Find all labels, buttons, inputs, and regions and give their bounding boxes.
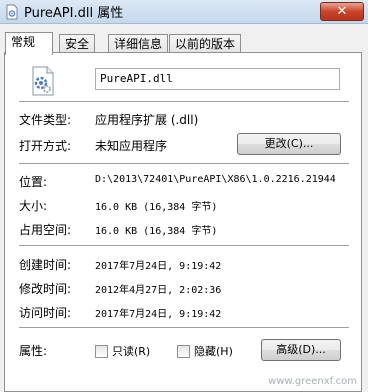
location-value: D:\2013\72401\PureAPI\X86\1.0.2216.21944 [95,174,336,185]
file-type-label: 文件类型: [19,113,72,127]
modified-value: 2012年4月27日, 2:02:36 [95,285,222,296]
size-label: 大小: [19,199,48,213]
tab-general[interactable]: 常规 [5,32,53,55]
accessed-value: 2017年7月24日, 9:19:42 [95,309,222,320]
modified-label: 修改时间: [19,282,72,296]
created-label: 创建时间: [19,258,72,272]
divider [19,327,349,329]
size-on-disk-value: 16.0 KB (16,384 字节) [95,226,218,237]
tab-details[interactable]: 详细信息 [108,34,168,54]
hidden-label: 隐藏(H) [194,345,233,358]
divider [19,101,349,103]
tab-strip: 常规 安全 详细信息 以前的版本 [5,32,365,55]
tab-security[interactable]: 安全 [59,34,95,54]
advanced-button[interactable]: 高级(D)... [261,339,341,361]
location-label: 位置: [19,175,48,189]
hidden-checkbox[interactable] [177,344,190,358]
divider [19,245,349,247]
accessed-label: 访问时间: [19,306,72,320]
dll-file-icon [6,4,18,20]
size-on-disk-label: 占用空间: [19,223,72,237]
file-type-value: 应用程序扩展 (.dll) [95,113,199,127]
created-value: 2017年7月24日, 9:19:42 [95,261,222,272]
dll-file-large-icon [32,66,54,96]
dialog-body: 常规 安全 详细信息 以前的版本 PureAPI.dll 文件类型: 应用程序扩… [0,24,368,392]
size-value: 16.0 KB (16,384 字节) [95,202,218,213]
title-bar[interactable]: PureAPI.dll 属性 ✕ [0,0,368,24]
opens-with-label: 打开方式: [19,139,72,153]
attributes-label: 属性: [19,344,48,358]
general-panel: PureAPI.dll 文件类型: 应用程序扩展 (.dll) 打开方式: 未知… [4,52,362,392]
watermark: www.greenxf.com [268,376,357,387]
opens-with-value: 未知应用程序 [95,139,168,153]
readonly-checkbox-row[interactable]: 只读(R) [95,343,150,359]
readonly-checkbox[interactable] [95,344,108,358]
change-button[interactable]: 更改(C)... [237,133,341,155]
hidden-checkbox-row[interactable]: 隐藏(H) [177,343,233,359]
close-button[interactable]: ✕ [320,2,364,21]
file-name-input[interactable]: PureAPI.dll [95,68,340,90]
divider [19,163,349,165]
tab-previous-versions[interactable]: 以前的版本 [169,34,241,54]
readonly-label: 只读(R) [112,345,151,358]
window-title: PureAPI.dll 属性 [24,6,124,21]
